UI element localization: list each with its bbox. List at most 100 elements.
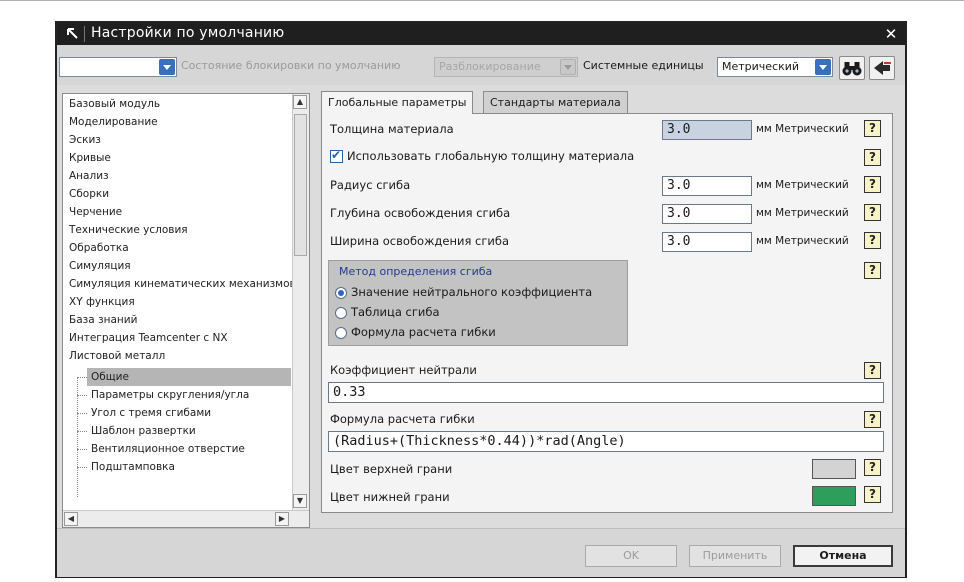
- tree-item-analysis[interactable]: Анализ: [69, 167, 109, 185]
- chevron-down-icon[interactable]: [159, 59, 175, 75]
- help-icon[interactable]: ?: [864, 149, 881, 166]
- tree-item-base[interactable]: Базовый модуль: [69, 95, 160, 113]
- tree-item-sketch[interactable]: Эскиз: [69, 131, 101, 149]
- import-arrow-icon: [874, 61, 891, 75]
- use-global-thickness-label: Использовать глобальную толщину материал…: [347, 149, 635, 163]
- tree-item-modeling[interactable]: Моделирование: [69, 113, 158, 131]
- tree-connector: [77, 449, 87, 450]
- radio-neutral-factor[interactable]: [335, 287, 347, 299]
- relief-width-input[interactable]: 3.0: [662, 232, 752, 252]
- tree-item-teamcenter[interactable]: Интеграция Teamcenter с NX: [69, 329, 228, 347]
- help-icon[interactable]: ?: [864, 459, 881, 476]
- dialog-arrow-icon: [67, 28, 78, 39]
- tree-item-drafting[interactable]: Черчение: [69, 203, 122, 221]
- tree-item-knowledge-base[interactable]: База знаний: [69, 311, 137, 329]
- thickness-input[interactable]: 3.0: [662, 120, 752, 140]
- scroll-down-icon[interactable]: ▼: [293, 494, 307, 508]
- tree-item-louver[interactable]: Вентиляционное отверстие: [91, 440, 245, 458]
- bend-formula-label: Формула расчета гибки: [330, 412, 475, 426]
- help-icon[interactable]: ?: [864, 486, 881, 503]
- top-face-color-swatch[interactable]: [812, 459, 856, 479]
- thickness-unit: мм Метрический: [756, 123, 849, 135]
- page-top-rule: [0, 0, 964, 1]
- thickness-label: Толщина материала: [330, 122, 454, 136]
- level-combo[interactable]: [59, 57, 177, 77]
- tree-item-flat-pattern[interactable]: Шаблон развертки: [91, 422, 196, 440]
- tree-item-three-bend-corner[interactable]: Угол с тремя сгибами: [91, 404, 211, 422]
- tree-connector: [77, 377, 87, 378]
- bottom-face-color-label: Цвет нижней грани: [330, 490, 450, 504]
- relief-width-unit: мм Метрический: [756, 235, 849, 247]
- lock-state-value: Разблокирование: [439, 60, 541, 73]
- units-value: Метрический: [722, 60, 800, 73]
- tree-item-specifications[interactable]: Технические условия: [69, 221, 188, 239]
- button-bar: OK Применить Отмена: [57, 528, 905, 577]
- tree-connector: [77, 413, 87, 414]
- tree-horizontal-scrollbar[interactable]: ◀ ▶: [63, 510, 309, 527]
- neutral-factor-input[interactable]: 0.33: [328, 382, 884, 403]
- tree-vertical-scrollbar[interactable]: ▲ ▼: [292, 94, 309, 511]
- import-button[interactable]: [869, 56, 895, 80]
- scroll-thumb[interactable]: [294, 114, 307, 256]
- relief-depth-label: Глубина освобождения сгиба: [330, 206, 511, 220]
- help-icon[interactable]: ?: [864, 362, 881, 379]
- find-button[interactable]: [839, 56, 865, 80]
- help-icon[interactable]: ?: [864, 176, 881, 193]
- tree-item-simulation[interactable]: Симуляция: [69, 257, 131, 275]
- tab-global-params[interactable]: Глобальные параметры: [321, 91, 474, 114]
- close-icon[interactable]: ✕: [881, 24, 901, 44]
- neutral-factor-label: Коэффициент нейтрали: [330, 363, 477, 377]
- help-icon[interactable]: ?: [864, 411, 881, 428]
- tree-item-general[interactable]: Общие: [87, 368, 291, 386]
- help-icon[interactable]: ?: [864, 204, 881, 221]
- category-tree[interactable]: Базовый модуль Моделирование Эскиз Кривы…: [62, 93, 310, 528]
- relief-depth-input[interactable]: 3.0: [662, 204, 752, 224]
- defaults-dialog: Настройки по умолчанию ✕ Состояние блоки…: [55, 21, 907, 578]
- use-global-thickness-checkbox[interactable]: [330, 148, 343, 163]
- scroll-right-icon[interactable]: ▶: [275, 512, 289, 526]
- bend-radius-label: Радиус сгиба: [330, 178, 411, 192]
- tree-item-assemblies[interactable]: Сборки: [69, 185, 109, 203]
- chevron-down-icon: [560, 59, 576, 75]
- radio-bend-formula-label: Формула расчета гибки: [351, 325, 496, 339]
- chevron-down-icon[interactable]: [815, 59, 831, 75]
- tree-item-machining[interactable]: Обработка: [69, 239, 129, 257]
- cancel-button[interactable]: Отмена: [793, 545, 893, 567]
- radio-bend-formula[interactable]: [335, 327, 347, 339]
- ok-button[interactable]: OK: [585, 545, 677, 567]
- title-bar[interactable]: Настройки по умолчанию ✕: [57, 23, 905, 45]
- bend-radius-unit: мм Метрический: [756, 179, 849, 191]
- tree-connector: [77, 395, 87, 396]
- radio-bend-table[interactable]: [335, 307, 347, 319]
- top-face-color-label: Цвет верхней грани: [330, 462, 453, 476]
- bend-radius-input[interactable]: 3.0: [662, 176, 752, 196]
- tree-item-dimple[interactable]: Подштамповка: [91, 458, 175, 476]
- tree-item-motion-simulation[interactable]: Симуляция кинематических механизмов: [69, 275, 296, 293]
- tree-connector: [77, 431, 87, 432]
- units-combo[interactable]: Метрический: [717, 57, 833, 77]
- tree-item-fillet-params[interactable]: Параметры скругления/угла: [91, 386, 249, 404]
- tree-item-curves[interactable]: Кривые: [69, 149, 111, 167]
- apply-button[interactable]: Применить: [689, 545, 781, 567]
- help-icon[interactable]: ?: [864, 120, 881, 137]
- bottom-face-color-swatch[interactable]: [812, 486, 856, 506]
- scroll-up-icon[interactable]: ▲: [293, 95, 307, 109]
- help-icon[interactable]: ?: [864, 232, 881, 249]
- bend-method-group: Метод определения сгиба Значение нейтрал…: [328, 260, 628, 346]
- bend-formula-input[interactable]: (Radius+(Thickness*0.44))*rad(Angle): [328, 431, 884, 452]
- tab-material-standards[interactable]: Стандарты материала: [483, 91, 628, 113]
- bend-method-title: Метод определения сгиба: [339, 265, 493, 278]
- lock-state-label: Состояние блокировки по умолчанию: [181, 59, 401, 72]
- scroll-left-icon[interactable]: ◀: [64, 512, 78, 526]
- tree-item-sheet-metal[interactable]: Листовой металл: [69, 347, 165, 365]
- global-params-panel: Толщина материала 3.0 мм Метрический ? И…: [321, 113, 893, 513]
- title-separator: [84, 26, 85, 42]
- units-label: Системные единицы: [583, 59, 704, 72]
- window-title: Настройки по умолчанию: [91, 25, 285, 41]
- relief-depth-unit: мм Метрический: [756, 207, 849, 219]
- binoculars-icon: [842, 62, 862, 76]
- help-icon[interactable]: ?: [864, 262, 881, 279]
- tree-item-xy-function[interactable]: XY функция: [69, 293, 135, 311]
- radio-neutral-factor-label: Значение нейтрального коэффициента: [351, 285, 593, 299]
- radio-bend-table-label: Таблица сгиба: [351, 305, 440, 319]
